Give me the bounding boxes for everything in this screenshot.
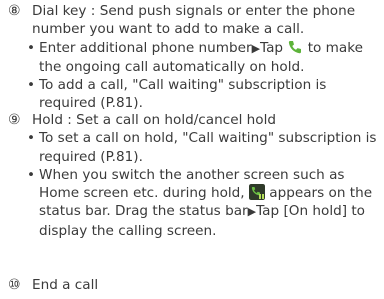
item-number: ⑩ (8, 277, 21, 293)
item-title: Hold : Set a call on hold/cancel hold (32, 112, 277, 128)
bullet-item: When you switch the another screen such … (27, 166, 380, 240)
item-number: ⑧ (8, 3, 21, 19)
arrow-icon: ▶ (251, 41, 261, 55)
bullet-text: Enter additional phone number (39, 39, 252, 56)
bullet-item: To set a call on hold, "Call waiting" su… (27, 129, 380, 166)
bullet-list: Enter additional phone number▶Tap to mak… (27, 39, 380, 113)
item-title: Dial key : Send push signals or enter th… (32, 3, 356, 38)
manual-page: ⑧ Dial key : Send push signals or enter … (0, 0, 384, 299)
item-end-call: ⑩ End a call (8, 276, 380, 294)
item-number: ⑨ (8, 112, 21, 128)
arrow-icon: ▶ (247, 205, 257, 219)
bullet-text: Tap (260, 39, 288, 56)
bullet-list: To set a call on hold, "Call waiting" su… (27, 129, 380, 240)
bullet-item: To add a call, "Call waiting" subscripti… (27, 76, 380, 113)
item-title: End a call (32, 277, 99, 293)
bullet-item: Enter additional phone number▶Tap to mak… (27, 39, 380, 77)
green-handset-icon (289, 40, 302, 53)
item-dial-key: ⑧ Dial key : Send push signals or enter … (8, 2, 380, 113)
item-hold: ⑨ Hold : Set a call on hold/cancel hold … (8, 111, 380, 240)
call-on-hold-status-icon (248, 184, 265, 201)
